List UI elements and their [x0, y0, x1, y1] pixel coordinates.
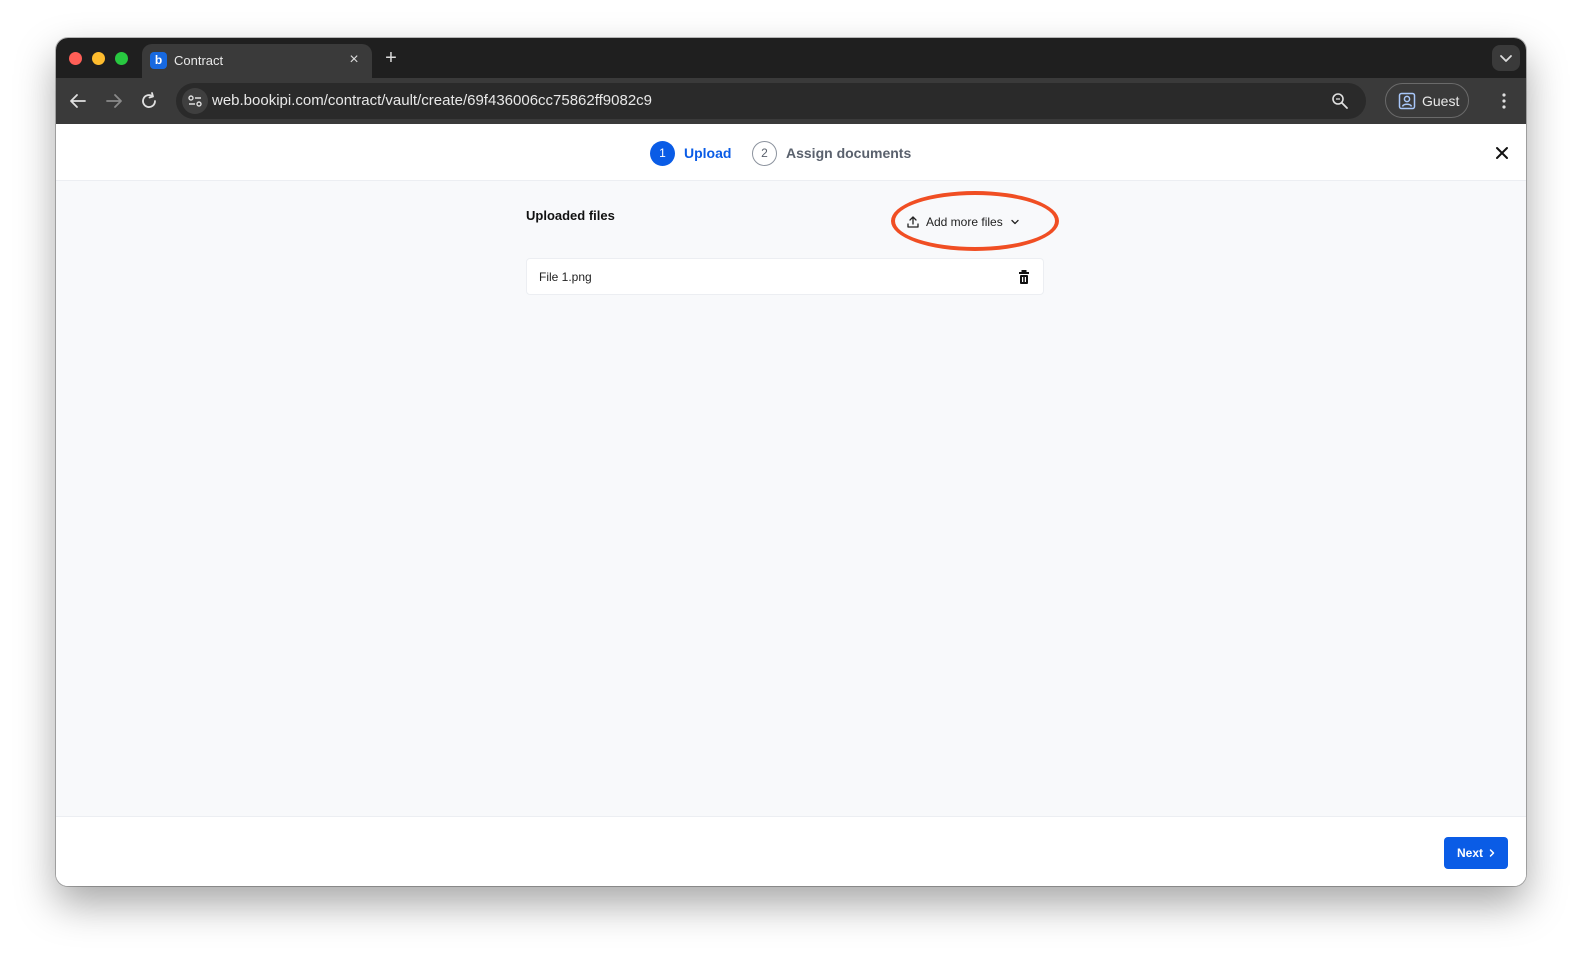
url-text: web.bookipi.com/contract/vault/create/69… [212, 92, 653, 109]
add-more-files-button[interactable]: Add more files [906, 212, 1021, 232]
chevron-right-icon [1489, 849, 1495, 857]
chevron-down-icon [1500, 55, 1512, 62]
profile-label: Guest [1422, 93, 1460, 109]
stepper-header: 1 Upload 2 Assign documents [56, 124, 1526, 181]
step-upload[interactable]: 1 Upload [650, 140, 731, 166]
zoom-icon[interactable] [1330, 91, 1350, 111]
address-bar[interactable]: web.bookipi.com/contract/vault/create/69… [176, 83, 1366, 119]
file-row: File 1.png [526, 258, 1044, 295]
browser-toolbar: web.bookipi.com/contract/vault/create/69… [56, 78, 1526, 124]
reload-icon[interactable] [137, 89, 161, 113]
new-tab-button[interactable]: + [380, 47, 402, 69]
profile-button[interactable]: Guest [1385, 83, 1469, 118]
step-label: Upload [684, 145, 732, 161]
trash-icon[interactable] [1017, 269, 1031, 285]
minimize-window-button[interactable] [92, 52, 105, 65]
uploaded-files-heading: Uploaded files [526, 208, 615, 223]
step-number: 1 [650, 140, 675, 166]
close-icon[interactable] [1492, 143, 1512, 163]
tab-search-button[interactable] [1492, 45, 1520, 71]
browser-tab[interactable]: b Contract × [142, 44, 372, 78]
footer-bar: Next [56, 816, 1526, 886]
guest-profile-icon [1398, 92, 1416, 110]
forward-arrow-icon[interactable] [102, 89, 126, 113]
step-number: 2 [752, 140, 777, 166]
next-button[interactable]: Next [1444, 837, 1508, 869]
site-settings-icon [188, 95, 202, 107]
bookipi-favicon-icon: b [150, 52, 167, 69]
back-arrow-icon[interactable] [66, 89, 90, 113]
page-content: 1 Upload 2 Assign documents Uploaded fil… [56, 124, 1526, 886]
tab-title: Contract [174, 53, 224, 68]
add-more-files-label: Add more files [926, 215, 1003, 229]
close-window-button[interactable] [69, 52, 82, 65]
maximize-window-button[interactable] [115, 52, 128, 65]
site-info-button[interactable] [182, 88, 208, 114]
step-label: Assign documents [786, 145, 912, 161]
chevron-down-icon [1011, 219, 1019, 225]
tab-close-icon[interactable]: × [344, 50, 364, 70]
tab-strip: b Contract × + [56, 38, 1526, 78]
more-menu-icon[interactable] [1494, 91, 1514, 111]
step-assign-documents[interactable]: 2 Assign documents [752, 140, 911, 166]
next-label: Next [1457, 846, 1484, 860]
browser-window: b Contract × + web.bookipi.com/contract/… [56, 38, 1526, 886]
upload-icon [907, 216, 919, 228]
file-name: File 1.png [539, 270, 592, 284]
